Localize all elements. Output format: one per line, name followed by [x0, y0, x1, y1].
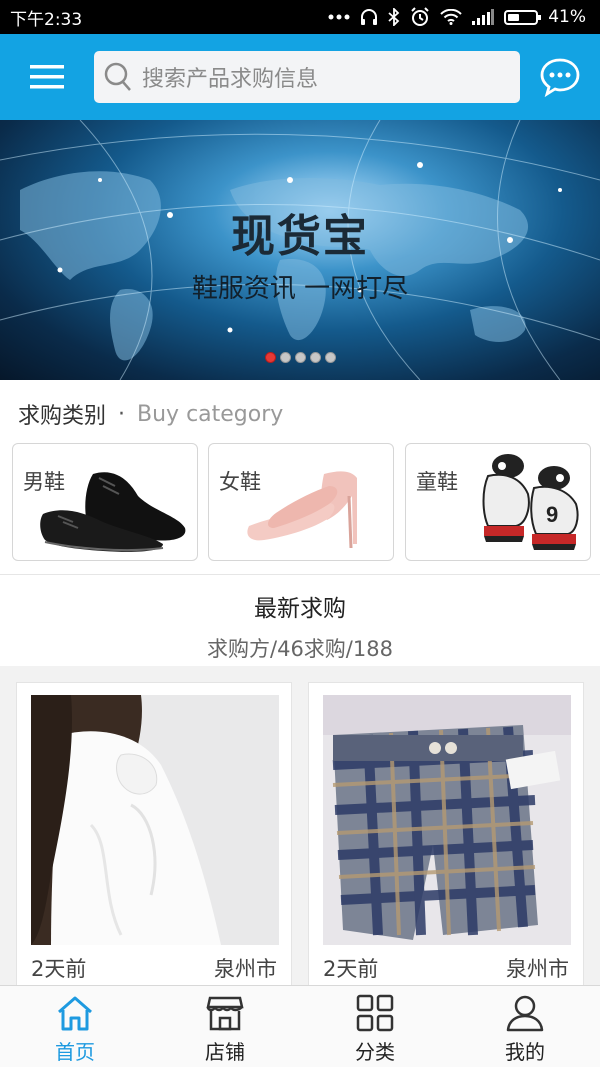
bluetooth-icon [388, 8, 400, 26]
product-city: 泉州市 [214, 957, 277, 981]
carousel-indicator [0, 352, 600, 363]
user-icon [506, 995, 544, 1032]
product-time: 2天前 [31, 957, 87, 981]
home-icon [58, 996, 92, 1031]
product-city: 泉州市 [506, 957, 569, 981]
chat-bubble-icon [540, 58, 580, 97]
latest-title: 最新求购 [254, 596, 346, 622]
women-heel-image [247, 471, 357, 549]
battery-icon [504, 9, 542, 25]
product-meta: 2天前 泉州市 [323, 953, 569, 983]
nav-category[interactable]: 分类 [300, 986, 450, 1067]
status-time: 下午2:33 [10, 9, 83, 30]
product-time: 2天前 [323, 957, 379, 981]
more-dots-icon [328, 14, 350, 20]
carousel-dot[interactable] [324, 352, 336, 363]
product-meta: 2天前 泉州市 [31, 953, 277, 983]
nav-label: 店铺 [205, 1040, 245, 1064]
hamburger-icon [30, 65, 64, 89]
battery-level: 41% [548, 7, 586, 27]
alarm-icon [410, 7, 430, 27]
carousel-dot[interactable] [294, 352, 306, 363]
search-placeholder: 搜索产品求购信息 [142, 67, 319, 92]
men-shoe-image [40, 472, 186, 552]
carousel-dot[interactable] [309, 352, 321, 363]
status-icons: 41% [328, 7, 586, 27]
product-image [323, 695, 571, 945]
svg-text:9: 9 [546, 502, 558, 527]
carousel-dot[interactable] [279, 352, 291, 363]
nav-label: 分类 [355, 1040, 395, 1064]
nav-label: 首页 [55, 1040, 95, 1064]
category-title: 求购类别 [18, 404, 107, 429]
carousel-dot[interactable] [264, 352, 276, 363]
promo-banner[interactable]: 现货宝 鞋服资讯 一网打尽 [0, 120, 600, 380]
headset-icon [360, 8, 378, 26]
signal-icon [472, 9, 495, 25]
category-card-women[interactable]: 女鞋 [208, 443, 394, 561]
buy-category-section: 求购类别 · Buy category 男鞋 女鞋 童鞋 9 [0, 380, 600, 574]
status-bar: 下午2:33 41% [0, 0, 600, 34]
search-input[interactable]: 搜索产品求购信息 [94, 51, 520, 103]
product-card[interactable]: 2天前 泉州市 [308, 682, 584, 992]
wifi-icon [440, 9, 462, 25]
category-card-men[interactable]: 男鞋 [12, 443, 198, 561]
bottom-nav: 首页 店铺 分类 我的 [0, 985, 600, 1067]
search-icon [104, 62, 131, 91]
banner-title: 现货宝 [231, 211, 369, 262]
section-heading: 求购类别 · Buy category [18, 398, 283, 430]
category-card-kids[interactable]: 童鞋 9 [405, 443, 591, 561]
app-header: 搜索产品求购信息 [0, 34, 600, 120]
product-card[interactable]: 2天前 泉州市 [16, 682, 292, 992]
kids-shoe-image: 9 [482, 454, 579, 550]
category-title-en: Buy category [137, 401, 284, 427]
grid-icon [356, 994, 394, 1032]
latest-stats: 求购方/46求购/188 [207, 637, 393, 661]
menu-button[interactable] [0, 34, 94, 120]
message-button[interactable] [520, 34, 600, 120]
product-image [31, 695, 279, 945]
latest-requests-section: 最新求购 求购方/46求购/188 [0, 574, 600, 666]
heading-separator: · [118, 401, 126, 427]
store-icon [206, 996, 244, 1031]
banner-subtitle: 鞋服资讯 一网打尽 [191, 274, 409, 304]
nav-store[interactable]: 店铺 [150, 986, 300, 1067]
category-label: 童鞋 [416, 470, 458, 494]
nav-label: 我的 [505, 1040, 545, 1064]
nav-mine[interactable]: 我的 [450, 986, 600, 1067]
nav-home[interactable]: 首页 [0, 986, 150, 1067]
